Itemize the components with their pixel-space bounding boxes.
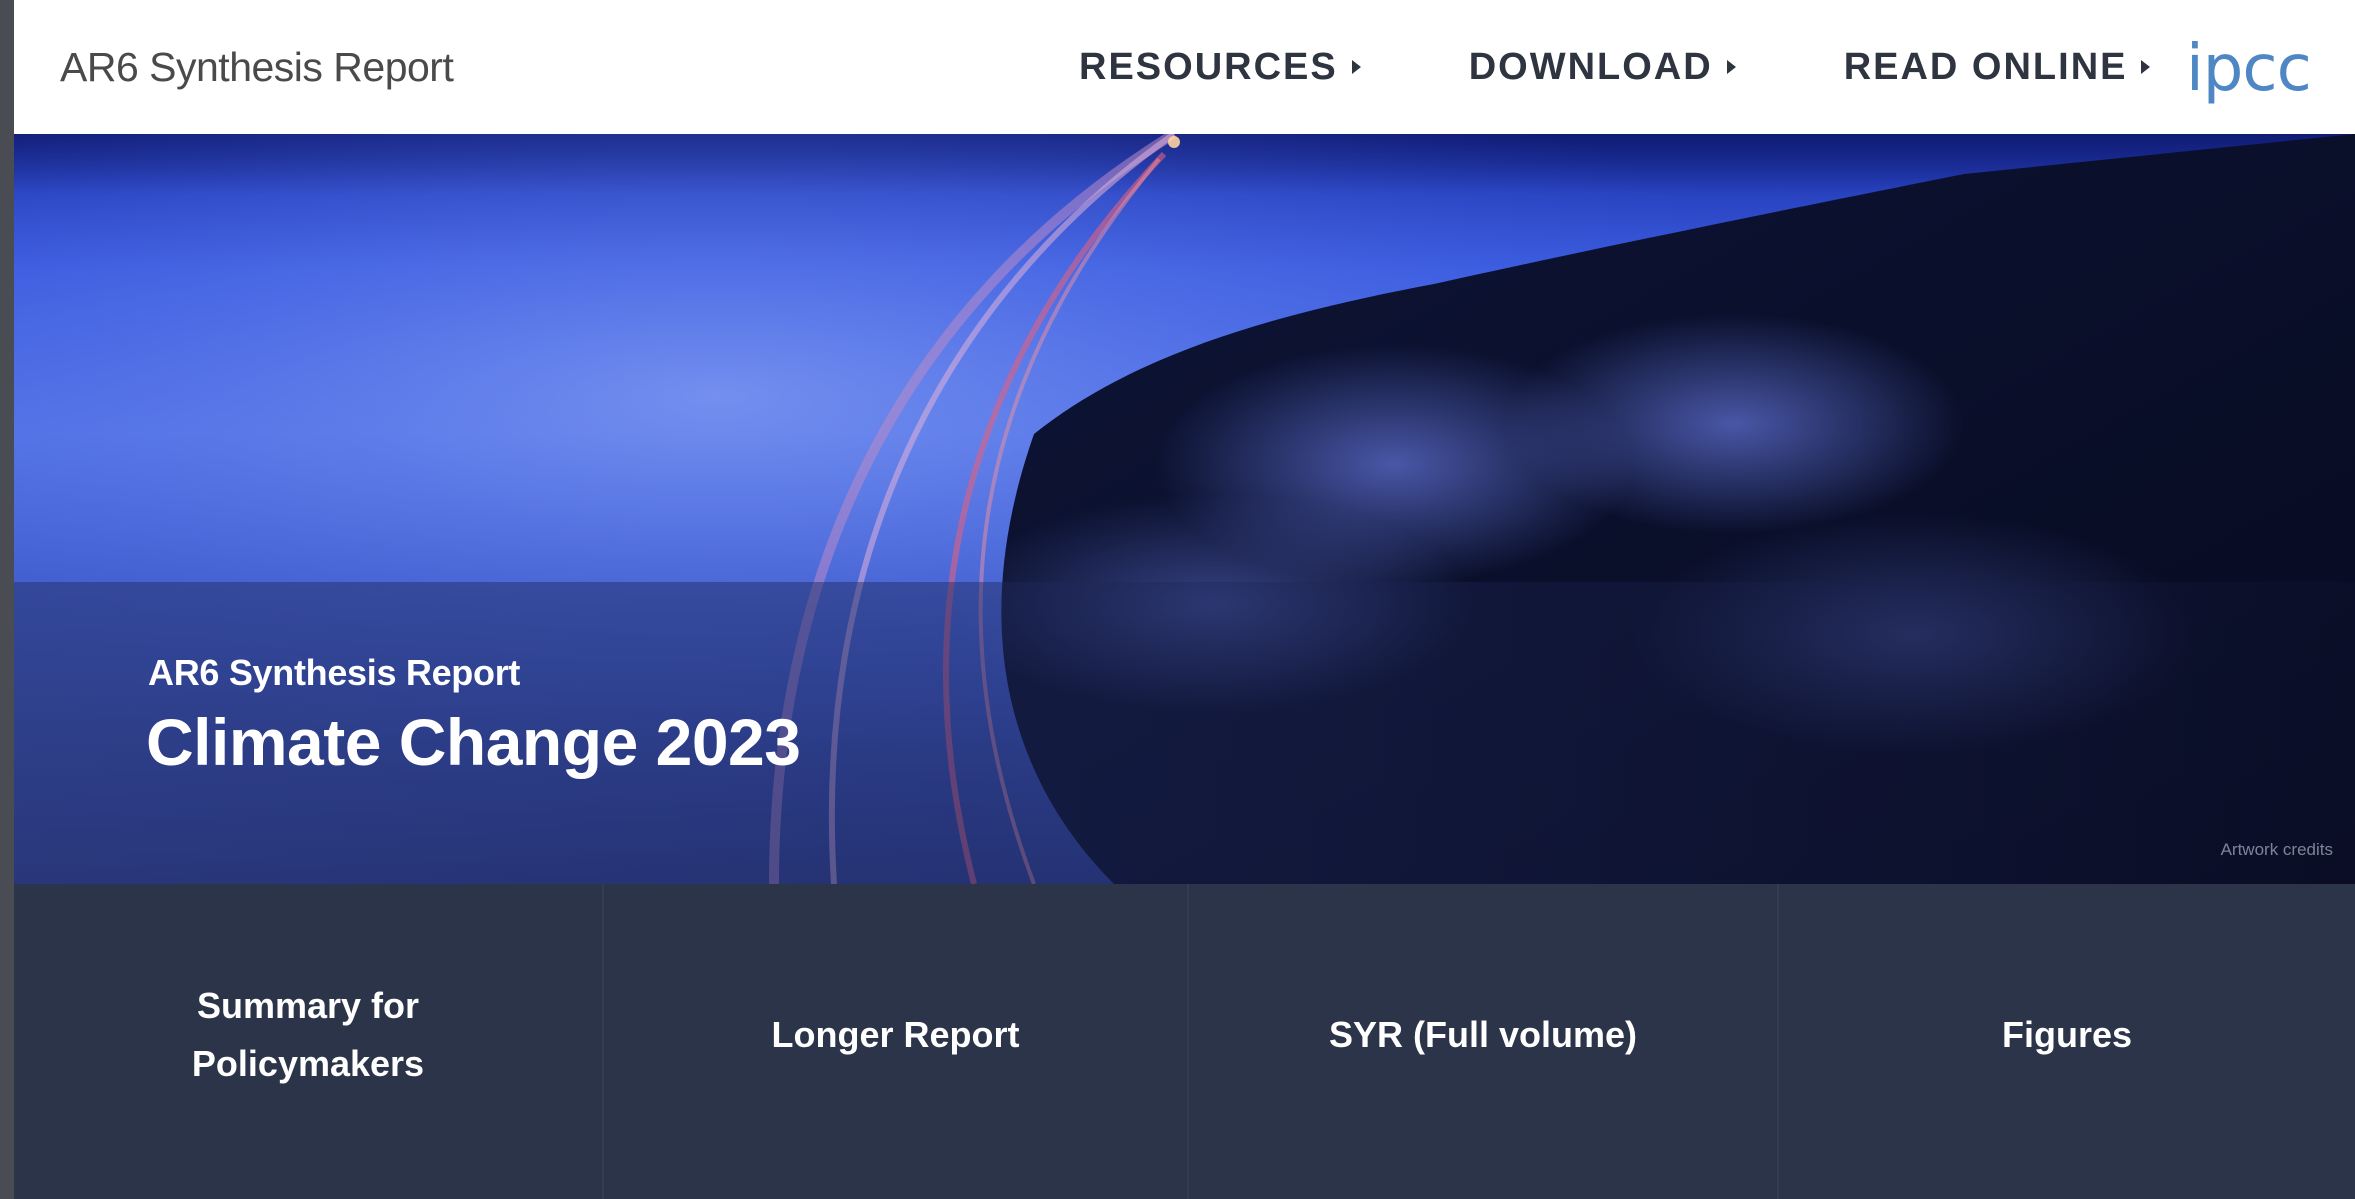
nav-resources[interactable]: RESOURCES	[1079, 46, 1361, 89]
card-label: Summary for Policymakers	[191, 984, 425, 1084]
card-label: Longer Report	[771, 1013, 1020, 1055]
card-longer-report[interactable]: Longer Report	[604, 884, 1189, 1199]
caret-right-icon	[1726, 60, 1736, 74]
main-nav: RESOURCES DOWNLOAD READ ONLINE	[1079, 42, 2151, 92]
page: AR6 Synthesis Report RESOURCES DOWNLOAD …	[14, 0, 2355, 1199]
caret-right-icon	[1351, 60, 1361, 74]
brand-link[interactable]: AR6 Synthesis Report	[60, 44, 454, 91]
nav-download[interactable]: DOWNLOAD	[1469, 46, 1736, 89]
hero-banner: AR6 Synthesis Report Climate Change 2023…	[14, 134, 2355, 884]
caret-right-icon	[2141, 60, 2151, 74]
nav-download-label: DOWNLOAD	[1468, 45, 1713, 88]
hero-subtitle: AR6 Synthesis Report	[148, 652, 521, 693]
nav-resources-label: RESOURCES	[1079, 45, 1338, 88]
nav-read-online-label: READ ONLINE	[1843, 45, 2128, 88]
card-label: SYR (Full volume)	[1328, 1013, 1638, 1055]
card-summary-for-policymakers[interactable]: Summary for Policymakers	[14, 884, 604, 1199]
site-header: AR6 Synthesis Report RESOURCES DOWNLOAD …	[14, 0, 2355, 134]
card-figures[interactable]: Figures	[1779, 884, 2355, 1199]
nav-read-online[interactable]: READ ONLINE	[1844, 46, 2151, 89]
card-label: Figures	[2001, 1013, 2133, 1055]
report-links: Summary for Policymakers Longer Report S…	[14, 884, 2355, 1199]
artwork-credit[interactable]: Artwork credits	[2221, 840, 2333, 860]
card-syr-full-volume[interactable]: SYR (Full volume)	[1189, 884, 1779, 1199]
ipcc-logo[interactable]: ipcc	[2186, 32, 2312, 106]
hero-title: Climate Change 2023	[146, 705, 801, 779]
